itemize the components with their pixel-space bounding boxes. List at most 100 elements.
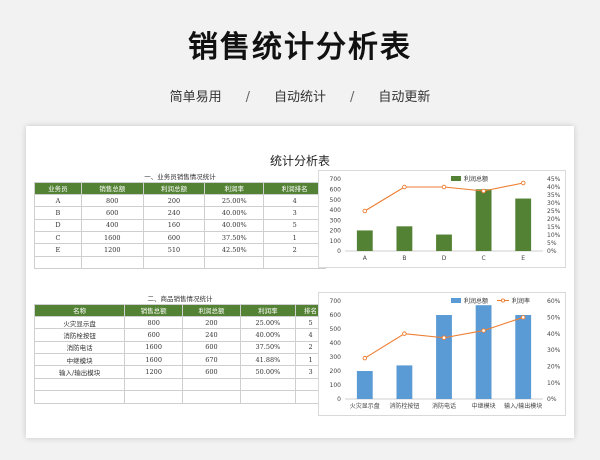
- table-cell[interactable]: 25.00%: [204, 193, 265, 208]
- right-axis-tick: 15%: [547, 224, 561, 231]
- feature-auto-stat: 自动统计: [273, 90, 326, 105]
- bar: [436, 315, 452, 399]
- table-cell[interactable]: C: [34, 231, 82, 245]
- spreadsheet-preview: 统计分析表 一、业务员销售情况统计 业务员 销售总额 利润总额 利润率 利润排名…: [26, 126, 574, 438]
- table-cell[interactable]: 1: [263, 231, 326, 245]
- table-cell[interactable]: 400: [80, 218, 144, 233]
- table-cell[interactable]: 50.00%: [239, 365, 297, 379]
- table-cell[interactable]: [239, 390, 297, 404]
- table-cell[interactable]: 1200: [80, 243, 144, 257]
- table-cell[interactable]: 800: [124, 315, 184, 330]
- right-axis-tick: 50%: [547, 315, 561, 322]
- bar: [356, 371, 373, 399]
- table-cell[interactable]: 240: [142, 206, 206, 220]
- table-cell[interactable]: 4: [263, 193, 326, 208]
- table-cell[interactable]: 1200: [124, 365, 184, 379]
- left-axis-tick: 300: [330, 217, 342, 224]
- table-row: C 1600 600 37.50% 1: [34, 231, 326, 245]
- table-cell[interactable]: 中继模块: [33, 353, 126, 367]
- table-cell[interactable]: 输入/输出模块: [33, 365, 126, 379]
- table-cell[interactable]: [33, 390, 126, 404]
- table-cell[interactable]: 200: [182, 315, 241, 330]
- table-cell[interactable]: 火灾显示盘: [33, 315, 126, 330]
- table-cell[interactable]: 25.00%: [239, 315, 297, 330]
- table-cell[interactable]: 600: [182, 365, 241, 379]
- column-header: 利润总额: [142, 181, 206, 195]
- table-cell[interactable]: [80, 255, 144, 270]
- table-cell[interactable]: 40.00%: [204, 206, 265, 220]
- legend-bar-swatch: [451, 176, 461, 181]
- legend-bar-swatch: [451, 298, 461, 303]
- table-cell[interactable]: 600: [80, 206, 144, 220]
- category-label: E: [521, 255, 525, 262]
- table-cell[interactable]: 670: [182, 353, 241, 367]
- table-cell[interactable]: [124, 377, 184, 392]
- table-row: 火灾显示盘 800 200 25.00% 5: [33, 315, 326, 330]
- table-cell[interactable]: 42.50%: [204, 243, 265, 257]
- right-axis-tick: 0%: [547, 396, 557, 403]
- table-cell[interactable]: D: [34, 218, 82, 233]
- salesperson-chart: 0 100 200 300 400 500 600 700 0% 5% 10% 15% 20% 25% 30…: [318, 170, 566, 268]
- feature-auto-update: 自动更新: [378, 90, 431, 105]
- table-cell[interactable]: 3: [263, 206, 326, 220]
- table-cell[interactable]: 37.50%: [204, 231, 265, 245]
- table-cell[interactable]: 800: [80, 193, 144, 208]
- right-axis-tick: 30%: [547, 200, 561, 207]
- legend-label: 利润总额: [464, 297, 488, 305]
- table-row: D 400 160 40.00% 5: [34, 218, 326, 233]
- table-cell[interactable]: 2: [263, 243, 326, 257]
- table-cell[interactable]: 600: [124, 328, 184, 342]
- table-cell[interactable]: [182, 377, 241, 392]
- left-axis-tick: 400: [330, 207, 342, 214]
- table-row: E 1200 510 42.50% 2: [34, 243, 326, 257]
- table-cell[interactable]: 40.00%: [204, 218, 265, 233]
- table-cell[interactable]: [182, 390, 241, 404]
- table-cell[interactable]: 240: [182, 328, 241, 342]
- table-row: 消防栓按钮 600 240 40.00% 4: [33, 328, 326, 342]
- table-cell[interactable]: A: [34, 193, 82, 208]
- table-cell[interactable]: 40.00%: [239, 328, 297, 342]
- table-row: [34, 255, 326, 270]
- left-axis-tick: 100: [330, 238, 342, 245]
- feature-easy: 简单易用: [169, 90, 222, 105]
- right-axis-tick: 25%: [547, 208, 561, 215]
- product-chart: 0 100 200 300 400 500 600 700 0% 10% 20% 30% 40% 50% 6…: [318, 292, 566, 416]
- table-caption: 二、商品销售情况统计: [147, 294, 213, 303]
- table-cell[interactable]: 600: [182, 340, 241, 355]
- table-cell[interactable]: 消防栓按钮: [33, 328, 126, 342]
- table-cell[interactable]: E: [34, 243, 82, 257]
- table-header-row: 业务员 销售总额 利润总额 利润率 利润排名: [34, 181, 326, 195]
- table-cell[interactable]: [142, 255, 206, 270]
- left-axis-tick: 0: [337, 248, 341, 255]
- table-cell[interactable]: B: [34, 206, 82, 220]
- table-cell[interactable]: 37.50%: [239, 340, 297, 355]
- category-label: 消防栓按钮: [389, 402, 419, 410]
- left-axis-tick: 500: [330, 326, 342, 333]
- table-cell[interactable]: 510: [142, 243, 206, 257]
- table-cell[interactable]: [263, 255, 326, 270]
- table-cell[interactable]: [124, 390, 184, 404]
- left-axis-tick: 600: [330, 312, 342, 319]
- table-cell[interactable]: 1600: [124, 353, 184, 367]
- table-caption: 一、业务员销售情况统计: [144, 172, 216, 181]
- table-cell[interactable]: 600: [142, 231, 206, 245]
- table-cell[interactable]: [204, 255, 265, 270]
- left-axis-tick: 100: [330, 382, 342, 389]
- table-cell[interactable]: 5: [263, 218, 326, 233]
- bar: [515, 198, 532, 251]
- table-cell[interactable]: [33, 377, 126, 392]
- table-row: 输入/输出模块 1200 600 50.00% 3: [33, 365, 326, 379]
- table-cell[interactable]: 1600: [80, 231, 144, 245]
- table-cell[interactable]: [34, 255, 82, 270]
- table-cell[interactable]: [239, 377, 297, 392]
- right-axis-tick: 20%: [547, 364, 561, 371]
- sheet-title: 统计分析表: [269, 154, 330, 168]
- table-cell[interactable]: 消防电话: [33, 340, 126, 355]
- table-cell[interactable]: 41.88%: [239, 353, 297, 367]
- table-cell[interactable]: 200: [142, 193, 206, 208]
- right-axis-tick: 35%: [547, 192, 561, 199]
- table-row: [33, 377, 326, 392]
- table-cell[interactable]: 1600: [124, 340, 184, 355]
- table-cell[interactable]: 160: [142, 218, 206, 233]
- left-axis-tick: 200: [330, 228, 342, 235]
